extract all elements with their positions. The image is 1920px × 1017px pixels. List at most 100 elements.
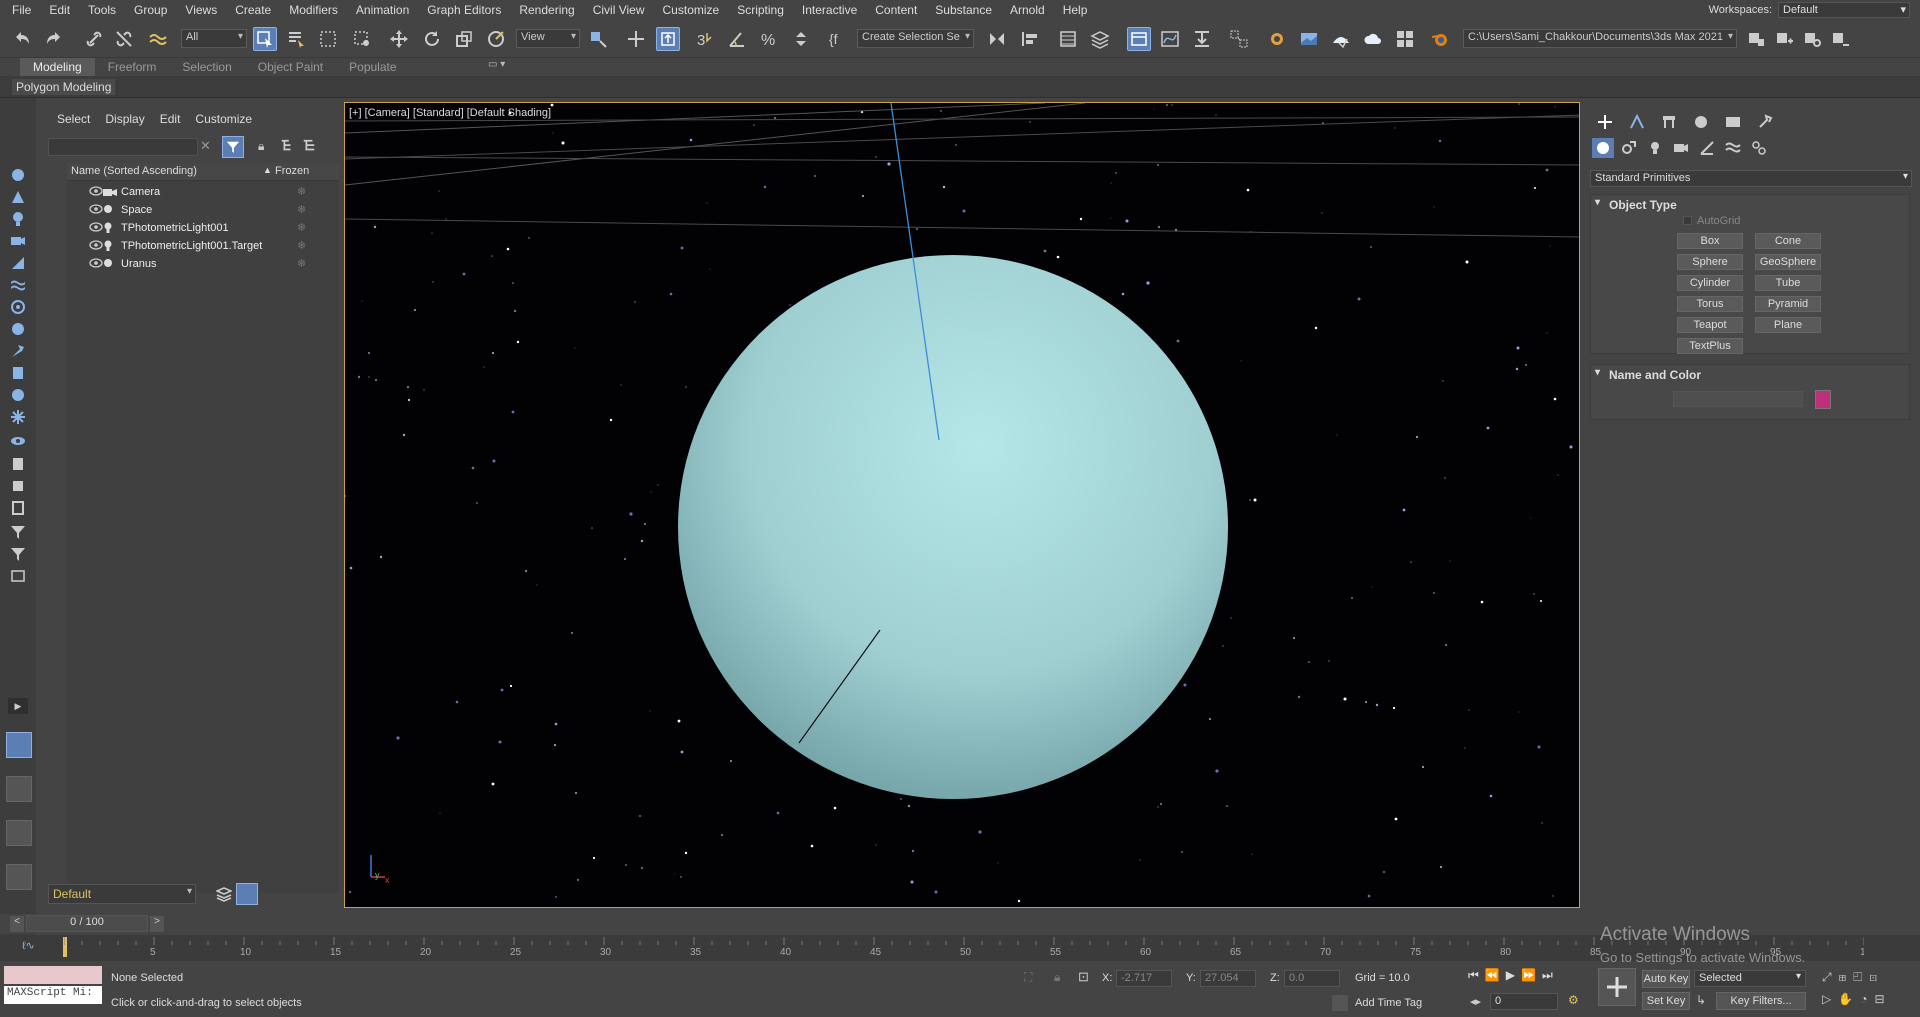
orbit-icon[interactable]: ◔: [1860, 992, 1874, 1006]
menu-create[interactable]: Create: [226, 0, 280, 20]
auto-key-button[interactable]: Auto Key: [1642, 970, 1690, 988]
clear-search-icon[interactable]: ✕: [200, 138, 211, 154]
toggle-scene-explorer-icon[interactable]: [1056, 27, 1080, 51]
ribbon-tab-modeling[interactable]: Modeling: [20, 58, 95, 76]
current-frame-field[interactable]: 0: [1490, 993, 1558, 1010]
move-icon[interactable]: [387, 27, 411, 51]
a360-gallery-icon[interactable]: [1393, 27, 1417, 51]
visibility-eye-icon[interactable]: [89, 258, 103, 271]
placement-icon[interactable]: [484, 27, 508, 51]
rotate-icon[interactable]: [420, 27, 444, 51]
layer-view-icon[interactable]: [302, 139, 316, 156]
isolate-selection-icon[interactable]: ⛶: [1024, 970, 1032, 985]
pan-icon[interactable]: ✋: [1838, 992, 1860, 1006]
bind-spacewarp-icon[interactable]: [146, 27, 170, 51]
menu-help[interactable]: Help: [1054, 0, 1097, 20]
time-tag-icon[interactable]: [1332, 995, 1348, 1011]
ribbon-tab-freeform[interactable]: Freeform: [95, 58, 170, 76]
ribbon-tab-selection[interactable]: Selection: [169, 58, 244, 76]
viewport-layout-active[interactable]: [6, 732, 32, 758]
lights-icon[interactable]: [1644, 138, 1666, 158]
key-filters-button[interactable]: Key Filters...: [1716, 992, 1806, 1010]
shapes-icon[interactable]: [6, 187, 30, 207]
hierarchy-toggle-icon[interactable]: [236, 883, 258, 905]
workspaces-dropdown[interactable]: Default ▾: [1778, 2, 1910, 18]
named-selection-icon[interactable]: {f: [826, 27, 850, 51]
frozen-icon[interactable]: ❄: [297, 239, 306, 252]
open-blender-icon[interactable]: [1428, 27, 1452, 51]
rendered-frame-window-icon[interactable]: [1297, 27, 1321, 51]
ribbon-options-icon[interactable]: ▭ ▾: [488, 59, 505, 70]
key-mode-dropdown[interactable]: Selected ▾: [1694, 970, 1806, 987]
visibility-eye-icon[interactable]: [89, 222, 103, 235]
menu-tools[interactable]: Tools: [79, 0, 125, 20]
project-folder-dropdown[interactable]: C:\Users\Sami_Chakkour\Documents\3ds Max…: [1463, 29, 1737, 48]
go-to-start-icon[interactable]: ⏮: [1468, 968, 1485, 982]
previous-frame-icon[interactable]: ⏪: [1485, 968, 1506, 982]
visibility-eye-icon[interactable]: [89, 186, 103, 199]
systems-icon[interactable]: [6, 297, 30, 317]
create-teapot-button[interactable]: Teapot: [1677, 317, 1743, 333]
snaps-toggle-icon[interactable]: 3: [693, 27, 717, 51]
time-configuration-icon[interactable]: ⚙: [1568, 993, 1579, 1007]
project-settings-icon[interactable]: [1800, 27, 1824, 51]
keyboard-shortcut-override-icon[interactable]: [656, 27, 680, 51]
menu-group[interactable]: Group: [125, 0, 176, 20]
expand-arrow-icon[interactable]: ▶: [8, 698, 28, 714]
uranus-planet[interactable]: [678, 255, 1228, 799]
menu-modifiers[interactable]: Modifiers: [280, 0, 347, 20]
create-geosphere-button[interactable]: GeoSphere: [1755, 254, 1821, 270]
lights-icon[interactable]: [6, 209, 30, 229]
maxscript-mini-listener[interactable]: MAXScript Mi:: [4, 986, 102, 1004]
toggle-ribbon-icon[interactable]: [1127, 27, 1151, 51]
x-coordinate-field[interactable]: -2.717: [1116, 970, 1172, 987]
layer-dropdown[interactable]: Default ▾: [48, 884, 196, 904]
reference-coordinate-dropdown[interactable]: View: [516, 29, 580, 48]
explorer-menu-display[interactable]: Display: [97, 108, 151, 130]
utilities-tab-icon[interactable]: [1752, 112, 1778, 132]
key-tangent-icon[interactable]: ↳: [1696, 993, 1706, 1007]
motion-tab-icon[interactable]: [1688, 112, 1714, 132]
menu-views[interactable]: Views: [176, 0, 226, 20]
absolute-mode-icon[interactable]: ⊡: [1078, 969, 1089, 985]
visibility-eye-icon[interactable]: [89, 204, 103, 217]
display-tab-icon[interactable]: [1720, 112, 1746, 132]
scene-object-row[interactable]: TPhotometricLight001 ❄: [67, 219, 339, 237]
angle-snap-icon[interactable]: [725, 27, 749, 51]
material-editor-icon[interactable]: [1227, 27, 1251, 51]
project-manager-icon[interactable]: [1828, 27, 1852, 51]
ribbon-tab-object-paint[interactable]: Object Paint: [245, 58, 336, 76]
spinner-snap-icon[interactable]: [789, 27, 813, 51]
autogrid-checkbox[interactable]: [1683, 216, 1692, 225]
layer-properties-icon[interactable]: [6, 498, 30, 518]
filter-toggle-icon[interactable]: [222, 136, 244, 158]
object-name-field[interactable]: [1673, 391, 1803, 407]
y-coordinate-field[interactable]: 27.054: [1200, 970, 1256, 987]
schematic-view-icon[interactable]: [1190, 27, 1214, 51]
cameras-icon[interactable]: [1670, 138, 1692, 158]
mini-curve-editor-icon[interactable]: ℓ∿: [22, 939, 35, 952]
undo-icon[interactable]: [10, 27, 34, 51]
menu-civil-view[interactable]: Civil View: [584, 0, 654, 20]
helpers-icon[interactable]: [1696, 138, 1718, 158]
geometry-icon[interactable]: [1592, 138, 1614, 158]
selection-lock-icon[interactable]: 🔒︎: [1054, 970, 1060, 985]
spacewarps-icon[interactable]: [6, 275, 30, 295]
menu-rendering[interactable]: Rendering: [510, 0, 583, 20]
create-plane-button[interactable]: Plane: [1755, 317, 1821, 333]
create-tube-button[interactable]: Tube: [1755, 275, 1821, 291]
align-icon[interactable]: [1018, 27, 1042, 51]
explorer-menu-edit[interactable]: Edit: [152, 108, 188, 130]
select-manipulate-icon[interactable]: [624, 27, 648, 51]
layers-icon[interactable]: [215, 886, 233, 905]
maxscript-listener-top[interactable]: [4, 966, 102, 984]
create-textplus-button[interactable]: TextPlus: [1677, 338, 1743, 354]
shapes-icon[interactable]: [1618, 138, 1640, 158]
explorer-menu-customize[interactable]: Customize: [187, 108, 259, 130]
zoom-icon[interactable]: ⤢: [1822, 970, 1839, 984]
hierarchy-icon[interactable]: [6, 385, 30, 405]
create-sphere-button[interactable]: Sphere: [1677, 254, 1743, 270]
frozen-icon[interactable]: ❄: [297, 221, 306, 234]
cameras-icon[interactable]: [6, 231, 30, 251]
menu-edit[interactable]: Edit: [40, 0, 79, 20]
